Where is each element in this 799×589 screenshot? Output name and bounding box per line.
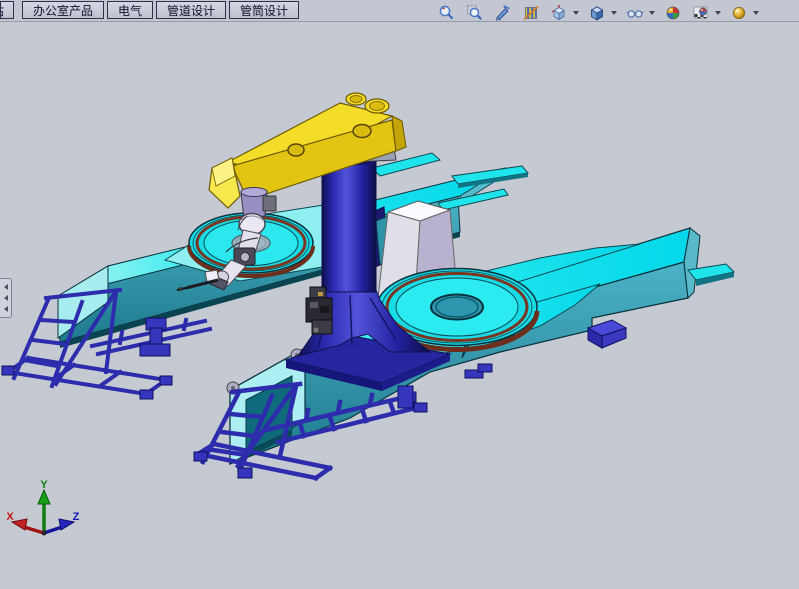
tab-evaluate-clipped[interactable]: 估 bbox=[0, 1, 14, 19]
view-settings-dropdown-arrow[interactable] bbox=[753, 11, 759, 18]
chevron-left-icon bbox=[1, 306, 8, 312]
tab-piping-design[interactable]: 管道设计 bbox=[156, 1, 226, 19]
hide-show-items-icon[interactable] bbox=[625, 3, 645, 22]
apply-scene-dropdown-arrow[interactable] bbox=[715, 11, 721, 18]
apply-scene-icon[interactable] bbox=[691, 3, 711, 22]
display-style-dropdown-arrow[interactable] bbox=[611, 11, 617, 18]
view-settings-icon[interactable] bbox=[729, 3, 749, 22]
heads-up-view-toolbar bbox=[437, 3, 767, 22]
triad-y-label: Y bbox=[40, 479, 48, 491]
section-view-icon[interactable] bbox=[521, 3, 541, 22]
tab-tubing-design[interactable]: 管筒设计 bbox=[229, 1, 299, 19]
triad-x-label: X bbox=[6, 511, 14, 523]
tab-office-products[interactable]: 办公室产品 bbox=[22, 1, 104, 19]
view-orientation-dropdown-arrow[interactable] bbox=[573, 11, 579, 18]
hide-show-items-dropdown-arrow[interactable] bbox=[649, 11, 655, 18]
3d-viewport[interactable]: Y X Z bbox=[0, 21, 799, 589]
display-style-icon[interactable] bbox=[587, 3, 607, 22]
view-orientation-icon[interactable] bbox=[549, 3, 569, 22]
triad-z-label: Z bbox=[73, 511, 80, 523]
zoom-to-area-icon[interactable] bbox=[465, 3, 485, 22]
chevron-left-icon bbox=[1, 295, 8, 301]
previous-view-icon[interactable] bbox=[493, 3, 513, 22]
edit-appearance-icon[interactable] bbox=[663, 3, 683, 22]
chevron-left-icon bbox=[1, 284, 8, 290]
feature-manager-expand-button[interactable] bbox=[0, 278, 12, 318]
orientation-triad: Y X Z bbox=[6, 479, 79, 536]
tab-electrical[interactable]: 电气 bbox=[107, 1, 153, 19]
zoom-to-fit-icon[interactable] bbox=[437, 3, 457, 22]
